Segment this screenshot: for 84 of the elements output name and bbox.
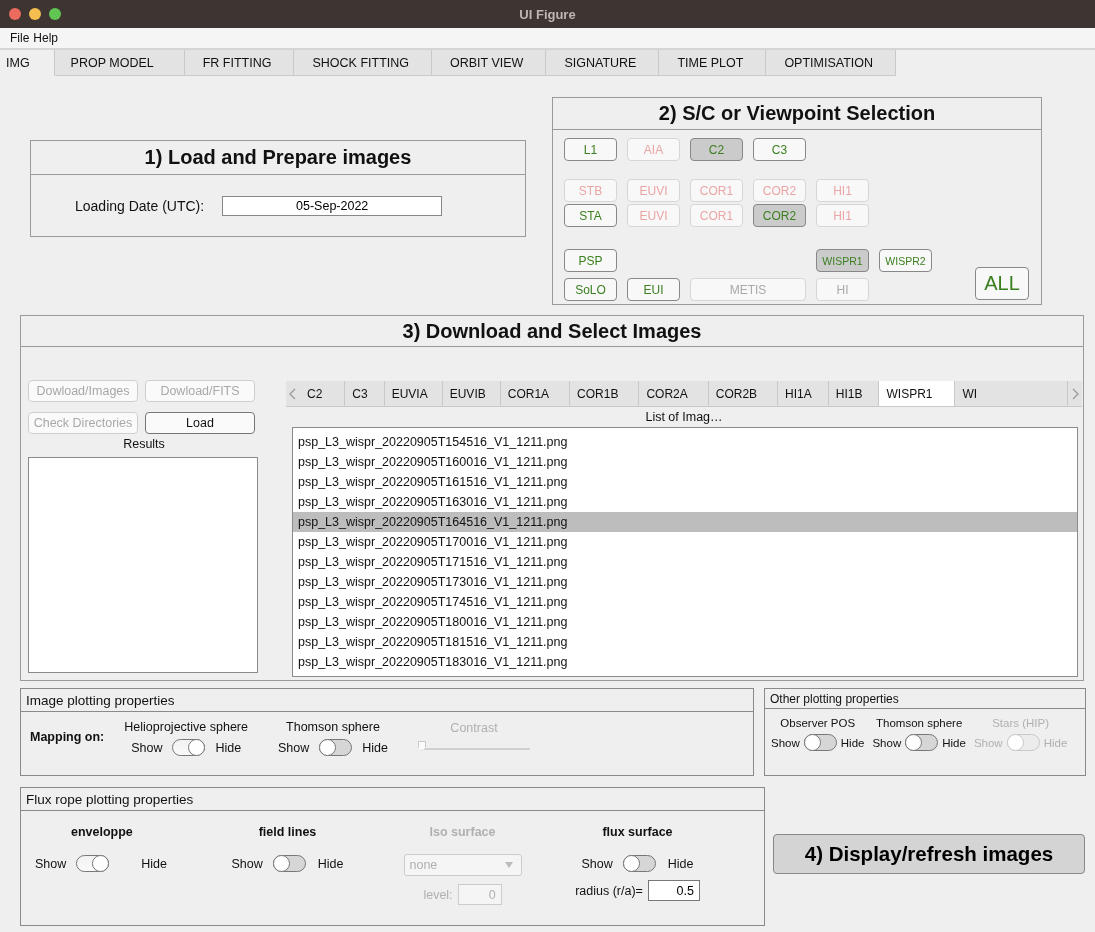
switch-label: Thomson sphere bbox=[286, 720, 380, 734]
file-list-item[interactable]: psp_L3_wispr_20220905T183016_V1_1211.png bbox=[293, 652, 1077, 672]
option-label: field lines bbox=[258, 825, 317, 839]
instrument-tab[interactable]: COR2A bbox=[639, 381, 709, 406]
date-field[interactable]: 05-Sep-2022 bbox=[222, 195, 443, 216]
tab[interactable]: FR FITTING bbox=[184, 50, 295, 76]
instrument-tab[interactable]: C2 bbox=[300, 381, 346, 406]
file-list-item[interactable]: psp_L3_wispr_20220905T180016_V1_1211.png bbox=[293, 612, 1077, 632]
instrument-tab[interactable]: COR2B bbox=[708, 381, 779, 406]
menu-item[interactable]: Help bbox=[33, 31, 59, 45]
viewpoint-button[interactable]: WISPR2 bbox=[879, 249, 932, 272]
viewpoint-button[interactable]: STA bbox=[564, 204, 617, 227]
switch-label: Observer POS bbox=[780, 717, 856, 729]
instrument-tab[interactable]: HI1A bbox=[778, 381, 829, 406]
panel-title: Flux rope plotting properties bbox=[26, 791, 194, 807]
panel-title: 2) S/C or Viewpoint Selection bbox=[658, 102, 936, 125]
file-list-item[interactable]: psp_L3_wispr_20220905T181516_V1_1211.png bbox=[293, 632, 1077, 652]
switch-label: Stars (HIP) bbox=[992, 717, 1050, 729]
tab[interactable]: SHOCK FITTING bbox=[294, 50, 432, 76]
tab[interactable]: TIME PLOT bbox=[659, 50, 767, 76]
panel-title: 1) Load and Prepare images bbox=[144, 146, 412, 169]
viewpoint-button[interactable]: PSP bbox=[564, 249, 617, 272]
file-list-item[interactable]: psp_L3_wispr_20220905T160016_V1_1211.png bbox=[293, 452, 1077, 472]
switch-option: Hide bbox=[141, 856, 167, 871]
switch-label: Thomson sphere bbox=[876, 717, 963, 729]
switch-option: Hide bbox=[667, 856, 694, 871]
menu-item[interactable]: File bbox=[10, 31, 30, 45]
switch-option: Show bbox=[278, 740, 310, 755]
switch-label: Helioprojective sphere bbox=[124, 720, 248, 734]
display-button[interactable]: 4) Display/refresh images bbox=[773, 834, 1085, 874]
file-list-item[interactable]: psp_L3_wispr_20220905T154516_V1_1211.png bbox=[293, 432, 1077, 452]
slider-label: Contrast bbox=[450, 721, 498, 735]
file-list-item[interactable]: psp_L3_wispr_20220905T170016_V1_1211.png bbox=[293, 532, 1077, 552]
file-list-item[interactable]: psp_L3_wispr_20220905T171516_V1_1211.png bbox=[293, 552, 1077, 572]
option-label: enveloppe bbox=[71, 825, 133, 839]
instrument-tab[interactable]: HI1B bbox=[828, 381, 880, 406]
tab[interactable]: ORBIT VIEW bbox=[432, 50, 547, 76]
list-label: List of Imag… bbox=[645, 410, 723, 424]
file-list-item[interactable]: psp_L3_wispr_20220905T163016_V1_1211.png bbox=[293, 492, 1077, 512]
viewpoint-button[interactable]: L1 bbox=[564, 138, 617, 161]
switch-option: Hide bbox=[362, 740, 388, 755]
action-button[interactable]: Load bbox=[145, 412, 255, 434]
switch-option: Show bbox=[973, 736, 1003, 749]
panel-title: Other plotting properties bbox=[770, 691, 899, 706]
file-list-item[interactable]: psp_L3_wispr_20220905T164516_V1_1211.png bbox=[293, 512, 1077, 532]
instrument-tab[interactable]: COR1B bbox=[570, 381, 640, 406]
instrument-tab[interactable]: WI bbox=[955, 381, 1068, 406]
panel-title: 3) Download and Select Images bbox=[402, 319, 702, 343]
radius-field[interactable]: 0.5 bbox=[647, 880, 700, 901]
switch-option: Hide bbox=[1043, 736, 1068, 749]
option-label: Iso surface bbox=[429, 825, 496, 839]
switch-option: Show bbox=[35, 856, 67, 871]
viewpoint-button[interactable]: SoLO bbox=[564, 278, 617, 301]
instrument-tab[interactable]: COR1A bbox=[500, 381, 571, 406]
field-label: level: bbox=[423, 887, 453, 902]
option-label: flux surface bbox=[602, 825, 673, 839]
field-label: radius (r/a)= bbox=[575, 883, 643, 898]
switch-option: Show bbox=[872, 736, 902, 749]
switch-option: Show bbox=[771, 736, 800, 749]
viewpoint-button[interactable]: C3 bbox=[753, 138, 806, 161]
instrument-tab[interactable]: EUVIA bbox=[384, 381, 443, 406]
all-button[interactable]: ALL bbox=[975, 267, 1029, 300]
file-list-item[interactable]: psp_L3_wispr_20220905T174516_V1_1211.png bbox=[293, 592, 1077, 612]
switch-option: Show bbox=[231, 856, 263, 871]
switch-option: Hide bbox=[215, 740, 242, 755]
tab[interactable]: PROP MODEL bbox=[54, 50, 185, 76]
date-label: Loading Date (UTC): bbox=[75, 197, 205, 214]
viewpoint-button[interactable]: EUI bbox=[627, 278, 680, 301]
instrument-tab[interactable]: EUVIB bbox=[442, 381, 501, 406]
file-list-item[interactable]: psp_L3_wispr_20220905T161516_V1_1211.png bbox=[293, 472, 1077, 492]
switch-option: Hide bbox=[840, 736, 865, 749]
switch-option: Show bbox=[131, 740, 163, 755]
instrument-tab[interactable]: C3 bbox=[345, 381, 385, 406]
results-label: Results bbox=[123, 437, 165, 451]
mapping-label: Mapping on: bbox=[30, 730, 105, 744]
instrument-tab[interactable]: WISPR1 bbox=[879, 381, 956, 406]
tab[interactable]: SIGNATURE bbox=[546, 50, 660, 76]
file-list-item[interactable]: psp_L3_wispr_20220905T173016_V1_1211.png bbox=[293, 572, 1077, 592]
panel-title: Image plotting properties bbox=[26, 692, 175, 708]
switch-option: Hide bbox=[317, 856, 344, 871]
tab[interactable]: OPTIMISATION bbox=[766, 50, 897, 76]
switch-option: Show bbox=[581, 856, 613, 871]
window-title: UI Figure bbox=[519, 6, 576, 22]
switch-option: Hide bbox=[942, 736, 966, 749]
